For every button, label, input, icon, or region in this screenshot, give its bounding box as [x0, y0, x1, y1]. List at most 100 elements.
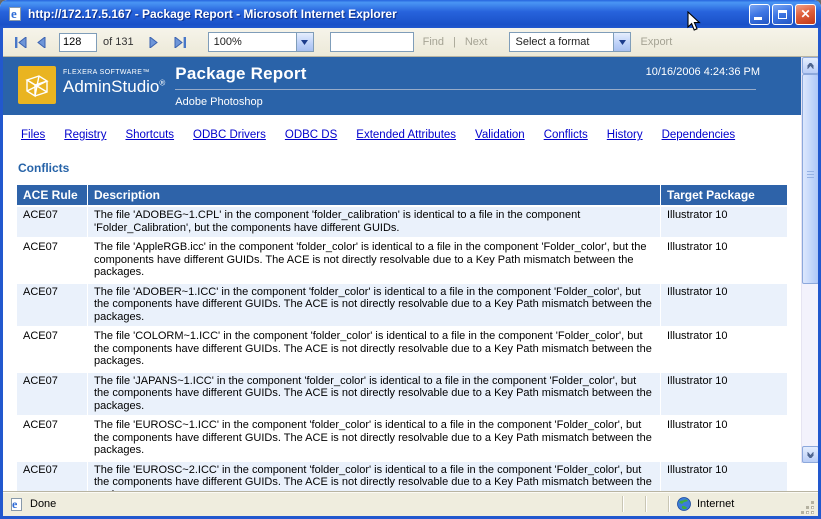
brand-name-text: AdminStudio: [63, 77, 159, 96]
description-cell: The file 'ADOBEG~1.CPL' in the component…: [88, 207, 660, 237]
previous-page-button[interactable]: [31, 32, 51, 52]
zone-label: Internet: [697, 498, 734, 510]
vertical-scrollbar[interactable]: [801, 57, 818, 463]
export-format-select[interactable]: Select a format: [509, 32, 631, 52]
ace-rule-cell: ACE07: [17, 417, 87, 460]
first-page-icon: [15, 37, 27, 48]
page-count-label: of 131: [103, 36, 134, 48]
previous-page-icon: [37, 37, 46, 48]
zoom-value: 100%: [209, 33, 296, 51]
close-button[interactable]: ✕: [795, 4, 816, 25]
minimize-button[interactable]: [749, 4, 770, 25]
target-package-cell: Illustrator 10: [661, 207, 787, 237]
chevron-down-icon: [807, 452, 814, 458]
maximize-button[interactable]: [772, 4, 793, 25]
zoom-select[interactable]: 100%: [208, 32, 314, 52]
description-cell: The file 'COLORM~1.ICC' in the component…: [88, 328, 660, 371]
nav-link-registry[interactable]: Registry: [64, 129, 106, 141]
ace-rule-cell: ACE07: [17, 207, 87, 237]
section-title: Conflicts: [18, 161, 818, 175]
nav-link-extended-attributes[interactable]: Extended Attributes: [356, 129, 456, 141]
find-button[interactable]: Find: [423, 36, 444, 48]
column-header-description: Description: [88, 185, 660, 205]
security-zone: Internet: [669, 497, 801, 511]
window-title: http://172.17.5.167 - Package Report - M…: [28, 7, 749, 21]
cube-logo-icon: [18, 66, 56, 104]
next-page-icon: [149, 37, 158, 48]
nav-link-odbc-ds[interactable]: ODBC DS: [285, 129, 337, 141]
resize-grip[interactable]: [801, 501, 816, 516]
nav-link-history[interactable]: History: [607, 129, 643, 141]
column-header-ace-rule: ACE Rule: [17, 185, 87, 205]
chevron-down-icon: [613, 33, 630, 51]
maximize-icon: [778, 10, 787, 19]
ace-rule-cell: ACE07: [17, 239, 87, 282]
scrollbar-thumb[interactable]: [802, 74, 818, 284]
title-bar[interactable]: e http://172.17.5.167 - Package Report -…: [0, 0, 821, 28]
status-text: Done: [30, 498, 56, 510]
report-content: FLEXERA SOFTWARE™ AdminStudio® Package R…: [3, 57, 818, 491]
adminstudio-logo: FLEXERA SOFTWARE™ AdminStudio®: [3, 57, 165, 115]
status-bar: e Done Internet: [3, 491, 818, 516]
export-button[interactable]: Export: [640, 36, 672, 48]
report-nav: Files Registry Shortcuts ODBC Drivers ODBC D…: [3, 115, 818, 143]
page-number-input[interactable]: [59, 33, 97, 52]
nav-link-dependencies[interactable]: Dependencies: [662, 129, 736, 141]
ie-page-icon: e: [7, 6, 23, 22]
table-row: ACE07 The file 'ADOBEG~1.CPL' in the com…: [17, 207, 787, 237]
brand-mark: ®: [159, 78, 165, 87]
scroll-down-button[interactable]: [802, 446, 818, 463]
last-page-icon: [174, 37, 186, 48]
chevron-up-icon: [807, 63, 814, 69]
target-package-cell: Illustrator 10: [661, 462, 787, 492]
report-header: FLEXERA SOFTWARE™ AdminStudio® Package R…: [3, 57, 818, 115]
target-package-cell: Illustrator 10: [661, 373, 787, 416]
nav-link-odbc-drivers[interactable]: ODBC Drivers: [193, 129, 266, 141]
chevron-down-icon: [296, 33, 313, 51]
ace-rule-cell: ACE07: [17, 328, 87, 371]
next-button[interactable]: Next: [465, 36, 488, 48]
column-header-target-package: Target Package: [661, 185, 787, 205]
first-page-button[interactable]: [11, 32, 31, 52]
window-frame: of 131 100% Find | Next Select a format …: [0, 28, 821, 519]
minimize-icon: [754, 17, 762, 20]
scroll-up-button[interactable]: [802, 57, 818, 74]
browser-window: e http://172.17.5.167 - Package Report -…: [0, 0, 821, 519]
table-row: ACE07 The file 'EUROSC~2.ICC' in the com…: [17, 462, 787, 492]
report-timestamp: 10/16/2006 4:24:36 PM: [646, 66, 760, 78]
nav-link-validation[interactable]: Validation: [475, 129, 525, 141]
description-cell: The file 'JAPANS~1.ICC' in the component…: [88, 373, 660, 416]
description-cell: The file 'EUROSC~1.ICC' in the component…: [88, 417, 660, 460]
conflicts-table: ACE Rule Description Target Package ACE0…: [16, 183, 788, 491]
table-header-row: ACE Rule Description Target Package: [17, 185, 787, 205]
table-row: ACE07 The file 'EUROSC~1.ICC' in the com…: [17, 417, 787, 460]
description-cell: The file 'ADOBER~1.ICC' in the component…: [88, 284, 660, 327]
description-cell: The file 'AppleRGB.icc' in the component…: [88, 239, 660, 282]
package-name: Adobe Photoshop: [175, 96, 818, 108]
target-package-cell: Illustrator 10: [661, 417, 787, 460]
header-divider: [175, 89, 756, 90]
conflicts-table-body: ACE07 The file 'ADOBEG~1.CPL' in the com…: [17, 207, 787, 491]
brand-small-text: FLEXERA SOFTWARE™: [63, 69, 165, 76]
ace-rule-cell: ACE07: [17, 462, 87, 492]
nav-link-files[interactable]: Files: [21, 129, 45, 141]
ace-rule-cell: ACE07: [17, 373, 87, 416]
table-row: ACE07 The file 'AppleRGB.icc' in the com…: [17, 239, 787, 282]
close-icon: ✕: [800, 8, 810, 20]
ace-rule-cell: ACE07: [17, 284, 87, 327]
find-text-input[interactable]: [330, 32, 414, 52]
ie-status-icon: e: [9, 497, 24, 512]
report-toolbar: of 131 100% Find | Next Select a format …: [3, 28, 818, 57]
target-package-cell: Illustrator 10: [661, 284, 787, 327]
table-row: ACE07 The file 'JAPANS~1.ICC' in the com…: [17, 373, 787, 416]
description-cell: The file 'EUROSC~2.ICC' in the component…: [88, 462, 660, 492]
last-page-button[interactable]: [170, 32, 190, 52]
table-row: ACE07 The file 'COLORM~1.ICC' in the com…: [17, 328, 787, 371]
find-next-separator: |: [453, 36, 456, 48]
next-page-button[interactable]: [144, 32, 164, 52]
nav-link-conflicts[interactable]: Conflicts: [544, 129, 588, 141]
nav-link-shortcuts[interactable]: Shortcuts: [125, 129, 174, 141]
target-package-cell: Illustrator 10: [661, 239, 787, 282]
export-format-value: Select a format: [510, 33, 613, 51]
globe-icon: [677, 497, 691, 511]
